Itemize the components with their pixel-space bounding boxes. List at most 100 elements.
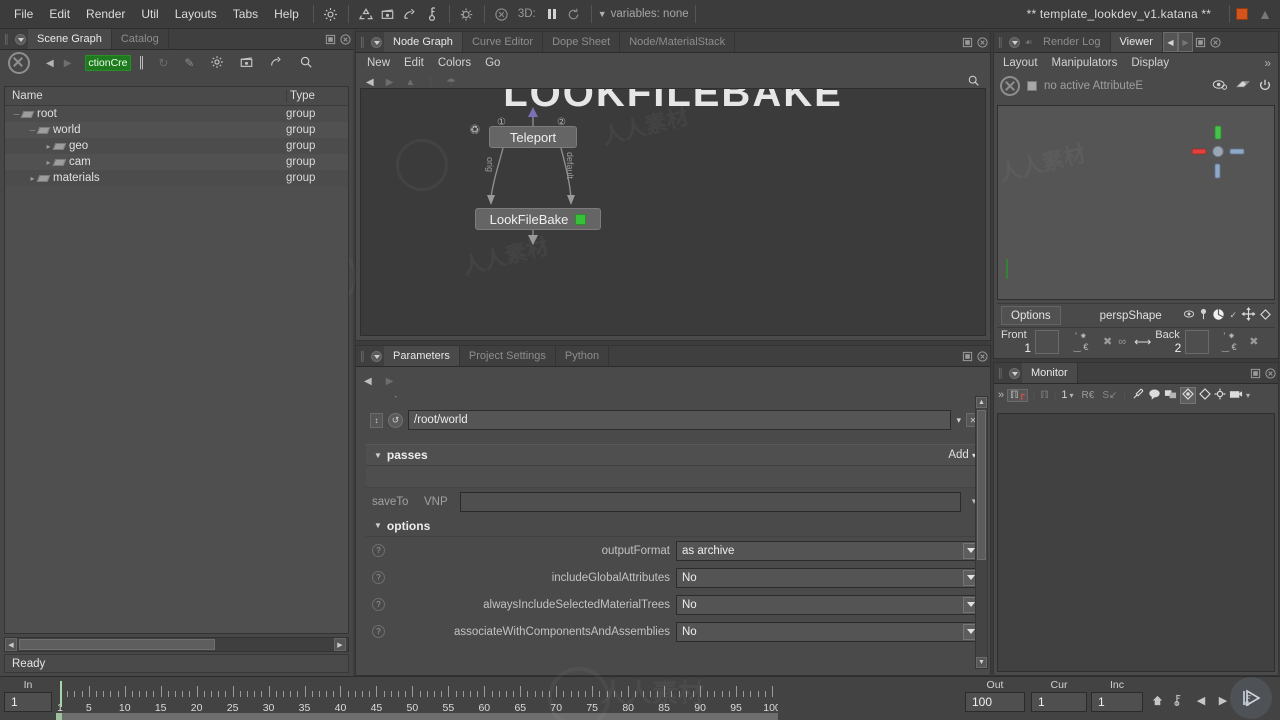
variables-label[interactable]: variables: none <box>611 8 689 20</box>
close-icon[interactable] <box>1208 32 1223 52</box>
scene-graph-row[interactable]: ▸ cam group <box>5 154 348 170</box>
attribute-checkbox[interactable] <box>1027 81 1037 91</box>
close-icon[interactable] <box>1263 363 1278 383</box>
tab-node-material-stack[interactable]: Node/MaterialStack <box>620 32 736 52</box>
scene-graph-tree[interactable]: Name Type ─ root group ─ world group ▸ geo group… <box>4 86 349 634</box>
cur-input[interactable]: 1 <box>1031 692 1087 712</box>
menu-item-util[interactable]: Util <box>133 7 166 21</box>
viewer-3d-canvas[interactable]: 人人素材 <box>997 105 1275 300</box>
tab-scroll-left-button[interactable]: ◀ <box>1162 32 1178 52</box>
passes-empty-list[interactable] <box>366 466 984 488</box>
back-arrow-icon[interactable]: ◀ <box>364 376 372 387</box>
node-state-dot[interactable] <box>575 213 587 225</box>
camera-icon[interactable] <box>1229 388 1243 403</box>
close-icon[interactable] <box>1000 76 1020 96</box>
tab-dope-sheet[interactable]: Dope Sheet <box>543 32 621 52</box>
colorspace-label[interactable]: R€ <box>1082 390 1095 401</box>
add-pass-button[interactable]: Add ▾ <box>948 449 976 461</box>
close-icon[interactable]: ✖ <box>1249 335 1258 348</box>
panel-menu-icon[interactable] <box>1006 363 1022 383</box>
layer-controls-front[interactable]: ’ ⁕ ‿ € <box>1059 331 1103 353</box>
scene-graph-row[interactable]: ▸ materials group <box>5 170 348 186</box>
tab-project-settings[interactable]: Project Settings <box>460 346 556 366</box>
panel-grip-icon[interactable]: ║ <box>994 363 1006 383</box>
search-icon[interactable] <box>299 55 313 72</box>
out-input[interactable]: 100 <box>965 692 1025 712</box>
monitor-canvas[interactable] <box>997 413 1275 672</box>
group-header-options[interactable]: ▼ options <box>366 515 984 537</box>
back-arrow-icon[interactable]: ◀ <box>366 77 374 88</box>
scroll-up-button[interactable]: ▲ <box>976 397 987 408</box>
pause-icon[interactable] <box>541 4 563 24</box>
recycle-icon[interactable] <box>355 4 377 24</box>
scene-path-input[interactable]: /root/world <box>408 410 952 430</box>
chevron-down-icon[interactable]: ▼ <box>598 9 607 19</box>
menu-item-manipulators[interactable]: Manipulators <box>1045 57 1125 69</box>
layer-swatch-back[interactable] <box>1185 329 1210 354</box>
menu-item-edit[interactable]: Edit <box>41 7 78 21</box>
maximize-icon[interactable] <box>1193 32 1208 52</box>
teleport-link-icon[interactable]: ♽ <box>469 122 481 138</box>
move-icon[interactable] <box>1241 307 1256 324</box>
menu-item-help[interactable]: Help <box>266 7 307 21</box>
group-header-passes[interactable]: ▼ passes Add ▾ <box>366 444 984 466</box>
menu-item-render[interactable]: Render <box>78 7 133 21</box>
zoom-level-selector[interactable]: 1 ▾ <box>1061 389 1073 401</box>
tab-scene-graph[interactable]: Scene Graph <box>28 29 112 49</box>
layers-icon[interactable] <box>1235 78 1251 95</box>
close-icon[interactable]: ✖ <box>1103 335 1112 348</box>
diamond-icon[interactable] <box>1260 308 1271 323</box>
channel-icon[interactable]: ℿ <box>1040 390 1049 401</box>
maximize-icon[interactable] <box>960 346 975 366</box>
layer-swatch-front[interactable] <box>1035 329 1059 354</box>
scrollbar-thumb[interactable] <box>977 410 986 560</box>
scroll-left-button[interactable]: ◀ <box>5 638 17 651</box>
home-icon[interactable]: ☂ <box>446 76 456 89</box>
tab-viewer[interactable]: Viewer <box>1110 32 1163 52</box>
aperture-icon[interactable] <box>1212 308 1225 324</box>
maximize-icon[interactable] <box>323 29 338 49</box>
parameter-dropdown[interactable]: No <box>676 567 981 588</box>
menu-item-new[interactable]: New <box>360 57 397 69</box>
tab-curve-editor[interactable]: Curve Editor <box>463 32 544 52</box>
menu-item-layouts[interactable]: Layouts <box>167 7 225 21</box>
render-icon[interactable] <box>456 4 478 24</box>
prev-key-icon[interactable] <box>1170 690 1188 710</box>
refresh-icon[interactable]: ↻ <box>158 56 168 70</box>
stop-button[interactable] <box>1236 8 1249 20</box>
clapper-icon[interactable] <box>239 55 254 72</box>
gear-icon[interactable] <box>320 4 342 24</box>
options-button[interactable]: Options <box>1001 306 1061 325</box>
panel-grip-icon[interactable]: ☙ <box>1022 32 1034 52</box>
playhead[interactable] <box>60 681 62 707</box>
rect-icon[interactable] <box>1164 388 1177 403</box>
scene-graph-row[interactable]: ─ world group <box>5 122 348 138</box>
panel-menu-icon[interactable] <box>368 346 384 366</box>
chevron-down-icon[interactable]: ▾ <box>1246 391 1250 400</box>
warning-icon[interactable]: ▲ <box>1258 6 1272 22</box>
scene-graph-row[interactable]: ─ root group <box>5 106 348 122</box>
parameter-dropdown[interactable]: No <box>676 594 981 615</box>
close-icon[interactable] <box>338 29 353 49</box>
close-icon[interactable] <box>975 346 990 366</box>
eyedropper-icon[interactable] <box>1132 387 1145 403</box>
channel-selector[interactable]: ℿ ┏ <box>1007 388 1028 402</box>
link-icon[interactable]: ∞ <box>1118 336 1126 348</box>
comment-icon[interactable] <box>1148 388 1161 403</box>
pencil-icon[interactable]: ✎ <box>184 56 194 70</box>
tab-python[interactable]: Python <box>556 346 610 366</box>
panel-grip-icon[interactable]: ║ <box>356 346 368 366</box>
pause-icon[interactable]: ║ <box>138 57 146 69</box>
menu-item-file[interactable]: File <box>6 7 41 21</box>
parameter-dropdown[interactable]: No <box>676 621 981 642</box>
step-back-icon[interactable]: ◀ <box>1192 690 1210 710</box>
forward-arrow-icon[interactable]: ▶ <box>64 58 72 69</box>
menu-item-layout[interactable]: Layout <box>996 57 1045 69</box>
menu-item-colors[interactable]: Colors <box>431 57 478 69</box>
help-icon[interactable]: ? <box>372 598 385 611</box>
flipbook-icon[interactable] <box>399 4 421 24</box>
check-icon[interactable]: ✓ <box>1229 310 1237 321</box>
tab-parameters[interactable]: Parameters <box>384 346 460 366</box>
gear-icon[interactable] <box>210 55 224 72</box>
overflow-menu-icon[interactable]: » <box>1257 56 1278 70</box>
